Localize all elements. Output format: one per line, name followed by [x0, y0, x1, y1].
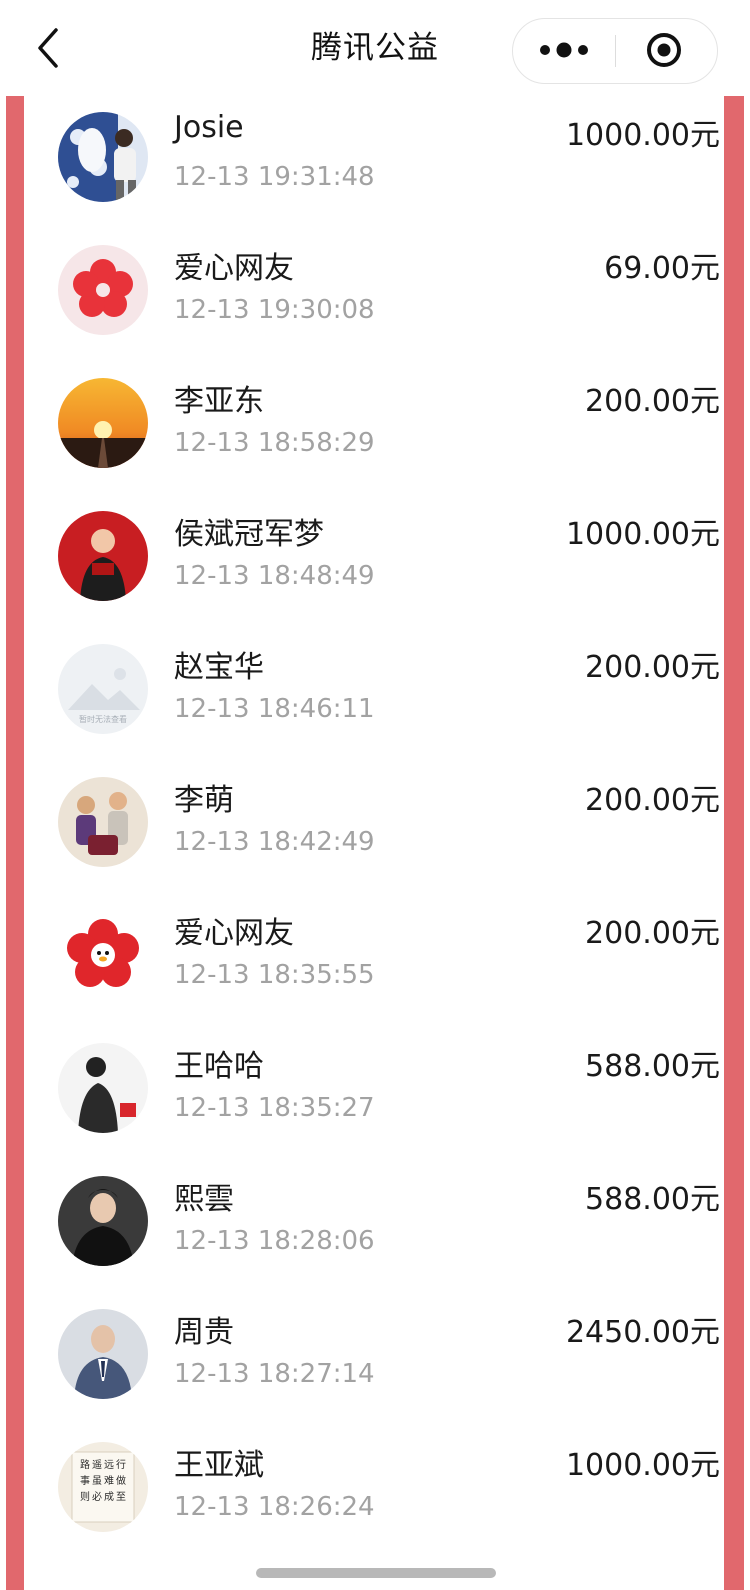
donation-time: 12-13 18:28:06 [174, 1226, 375, 1256]
donation-row[interactable]: Josie 12-13 19:31:48 1000.00元 [24, 102, 724, 237]
donor-name: 赵宝华 [174, 650, 264, 685]
donation-time: 12-13 18:42:49 [174, 827, 375, 857]
donation-amount: 200.00元 [585, 384, 720, 419]
donation-row[interactable]: 周贵 12-13 18:27:14 2450.00元 [24, 1299, 724, 1434]
donor-name: 王哈哈 [174, 1049, 264, 1084]
avatar [58, 112, 148, 202]
svg-text:遥: 遥 [92, 1458, 102, 1471]
avatar [58, 777, 148, 867]
svg-text:事: 事 [80, 1474, 90, 1487]
navigation-bar: 腾讯公益 [0, 0, 750, 96]
donation-amount: 588.00元 [585, 1049, 720, 1084]
avatar [58, 511, 148, 601]
donor-name: 爱心网友 [174, 251, 294, 286]
avatar [58, 910, 148, 1000]
donor-name: 李亚东 [174, 384, 264, 419]
svg-text:难: 难 [104, 1475, 114, 1487]
avatar [58, 1309, 148, 1399]
donation-time: 12-13 18:48:49 [174, 561, 375, 591]
donor-name: 王亚斌 [174, 1448, 264, 1483]
avatar [58, 378, 148, 468]
donation-row[interactable]: 李亚东 12-13 18:58:29 200.00元 [24, 368, 724, 503]
donor-name: 周贵 [174, 1315, 234, 1350]
avatar [58, 245, 148, 335]
svg-text:成: 成 [104, 1491, 114, 1503]
avatar [58, 1043, 148, 1133]
donor-name: 李萌 [174, 783, 234, 818]
donation-row[interactable]: 暂时无法查看 赵宝华 12-13 18:46:11 200.00元 [24, 634, 724, 769]
donation-amount: 2450.00元 [565, 1315, 720, 1350]
donation-time: 12-13 18:35:27 [174, 1093, 375, 1123]
donation-time: 12-13 18:46:11 [174, 694, 375, 724]
donation-time: 12-13 18:35:55 [174, 960, 375, 990]
donation-amount: 1000.00元 [565, 118, 720, 153]
donation-time: 12-13 19:30:08 [174, 295, 375, 325]
donation-amount: 69.00元 [604, 251, 720, 286]
donation-time: 12-13 18:26:24 [174, 1492, 375, 1522]
donation-row[interactable]: 爱心网友 12-13 18:35:55 200.00元 [24, 900, 724, 1035]
svg-text:必: 必 [92, 1490, 102, 1503]
donation-amount: 200.00元 [585, 783, 720, 818]
close-button[interactable] [616, 19, 716, 82]
svg-text:做: 做 [116, 1474, 126, 1487]
donation-row[interactable]: 李萌 12-13 18:42:49 200.00元 [24, 767, 724, 902]
donation-time: 12-13 18:58:29 [174, 428, 375, 458]
avatar: 路遥远行事虽难做则必成至 [58, 1442, 148, 1532]
donor-name: 侯斌冠军梦 [174, 517, 324, 552]
svg-text:则: 则 [80, 1490, 90, 1503]
donor-name: Josie [174, 110, 244, 145]
donation-row[interactable]: 爱心网友 12-13 19:30:08 69.00元 [24, 235, 724, 370]
svg-text:虽: 虽 [92, 1475, 102, 1487]
more-button[interactable] [513, 19, 615, 82]
right-red-frame [724, 96, 744, 1590]
donation-time: 12-13 18:27:14 [174, 1359, 375, 1389]
donation-row[interactable]: 王哈哈 12-13 18:35:27 588.00元 [24, 1033, 724, 1168]
svg-text:行: 行 [116, 1458, 126, 1471]
donation-amount: 588.00元 [585, 1182, 720, 1217]
donor-name: 爱心网友 [174, 916, 294, 951]
donation-amount: 200.00元 [585, 650, 720, 685]
svg-text:远: 远 [104, 1459, 114, 1471]
left-red-frame [6, 96, 24, 1590]
donation-amount: 200.00元 [585, 916, 720, 951]
target-close-icon [647, 33, 681, 67]
right-edge [744, 0, 750, 1590]
donation-row[interactable]: 熙雲 12-13 18:28:06 588.00元 [24, 1166, 724, 1301]
svg-text:暂时无法查看: 暂时无法查看 [79, 714, 127, 724]
mini-program-capsule [512, 18, 718, 84]
avatar [58, 1176, 148, 1266]
avatar: 暂时无法查看 [58, 644, 148, 734]
donation-amount: 1000.00元 [565, 517, 720, 552]
home-indicator[interactable] [256, 1568, 496, 1578]
donor-name: 熙雲 [174, 1182, 234, 1217]
donation-list-page: Josie 12-13 19:31:48 1000.00元 爱心网友 12-13 19:… [0, 0, 750, 1590]
donation-amount: 1000.00元 [565, 1448, 720, 1483]
more-dots-icon [540, 42, 588, 58]
svg-text:路: 路 [80, 1458, 90, 1471]
donation-time: 12-13 19:31:48 [174, 162, 375, 192]
donation-row[interactable]: 路遥远行事虽难做则必成至王亚斌 12-13 18:26:24 1000.00元 [24, 1432, 724, 1567]
donation-list[interactable]: Josie 12-13 19:31:48 1000.00元 爱心网友 12-13 19:… [24, 96, 724, 1590]
svg-text:至: 至 [116, 1491, 126, 1503]
donation-row[interactable]: 侯斌冠军梦 12-13 18:48:49 1000.00元 [24, 501, 724, 636]
